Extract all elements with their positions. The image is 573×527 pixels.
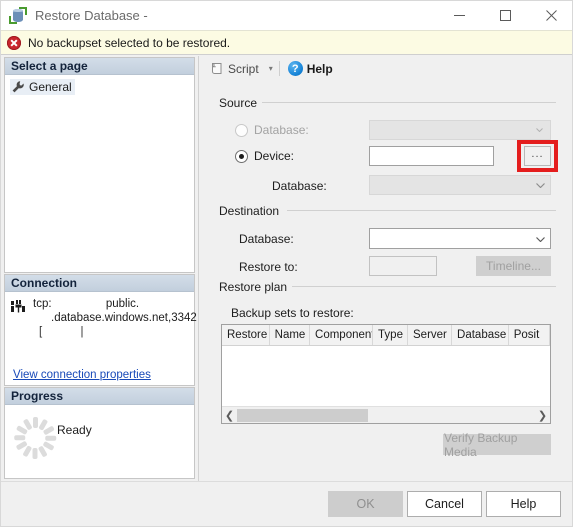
source-group-title: Source: [219, 96, 263, 110]
source-group-line: [261, 102, 556, 103]
grid-column-header[interactable]: Database: [452, 325, 509, 345]
content-toolbar: Script ▾ ? Help: [199, 56, 572, 81]
source-database-label: Database:: [272, 179, 327, 193]
spinner-segment: [45, 435, 57, 441]
minimize-icon[interactable]: [436, 1, 482, 30]
view-connection-properties-link[interactable]: View connection properties: [13, 369, 151, 381]
backup-sets-grid[interactable]: Restore Name Component Type Server Database Po…: [221, 324, 551, 424]
help-icon: ?: [287, 61, 303, 76]
script-icon: [209, 61, 224, 76]
chevron-right-icon[interactable]: ❯: [535, 408, 550, 423]
grid-column-header[interactable]: Component: [310, 325, 374, 345]
grid-column-header[interactable]: Name: [270, 325, 311, 345]
chevron-down-icon: [536, 128, 543, 132]
grid-column-header[interactable]: Type: [373, 325, 409, 345]
connection-line-1: tcp: public.: [33, 298, 140, 310]
source-database-radio-label: Database:: [254, 123, 309, 137]
connection-line-2: .database.windows.net,3342: [51, 312, 197, 324]
source-database-radio[interactable]: [235, 124, 248, 137]
source-device-input[interactable]: [369, 146, 494, 166]
spinner-segment: [42, 425, 55, 435]
cancel-button[interactable]: Cancel: [407, 491, 482, 517]
script-button-label: Script: [228, 61, 259, 76]
toolbar-separator: [278, 61, 280, 76]
grid-column-header[interactable]: Posit: [509, 325, 550, 345]
window-title: Restore Database -: [35, 8, 148, 23]
progress-status: Ready: [57, 423, 92, 437]
destination-database-combo[interactable]: [369, 228, 551, 249]
help-button[interactable]: ? Help: [284, 58, 337, 79]
select-a-page-panel: Select a page General: [4, 57, 195, 273]
sidebar-item-general[interactable]: General: [10, 79, 75, 95]
title-bar: Restore Database -: [1, 1, 572, 30]
spinner-icon: [14, 417, 57, 459]
help-button-footer[interactable]: Help: [486, 491, 561, 517]
sidebar-item-general-label: General: [29, 80, 72, 94]
script-button[interactable]: Script: [205, 58, 263, 79]
server-connection-icon: [10, 300, 26, 314]
chevron-down-icon: [536, 236, 545, 242]
source-device-browse-button[interactable]: ...: [524, 146, 551, 166]
grid-horizontal-scrollbar[interactable]: ❮ ❯: [222, 406, 550, 423]
progress-panel: Progress Ready: [4, 387, 195, 479]
sidebar: Select a page General Connection tcp: pu…: [1, 56, 198, 482]
error-icon: [7, 35, 21, 50]
scrollbar-thumb[interactable]: [237, 408, 369, 422]
timeline-button[interactable]: Timeline...: [476, 256, 551, 276]
grid-column-header[interactable]: Restore: [222, 325, 270, 345]
dialog-footer: OK Cancel Help: [1, 481, 572, 526]
connection-panel: Connection tcp: public. .database.window…: [4, 274, 197, 386]
source-device-radio[interactable]: [235, 150, 248, 163]
help-button-label: Help: [306, 61, 333, 76]
grid-body: [222, 346, 550, 400]
window-controls: [436, 1, 572, 30]
source-database-combo[interactable]: [369, 120, 551, 140]
spinner-segment: [14, 435, 26, 441]
chevron-left-icon[interactable]: ❮: [222, 408, 237, 423]
select-a-page-header: Select a page: [5, 58, 194, 75]
close-icon[interactable]: [528, 1, 572, 30]
scrollbar-track[interactable]: [237, 407, 535, 423]
grid-header-row: Restore Name Component Type Server Database Po…: [222, 325, 550, 346]
destination-group-line: [287, 210, 556, 211]
database-restore-icon: [9, 6, 27, 25]
wrench-icon: [11, 80, 25, 94]
destination-group-title: Destination: [219, 204, 285, 218]
maximize-icon[interactable]: [482, 1, 528, 30]
spinner-segment: [22, 445, 33, 458]
destination-database-label: Database:: [239, 232, 294, 246]
main-content: Script ▾ ? Help Source Database: Device:…: [199, 56, 572, 482]
error-banner-message: No backupset selected to be restored.: [28, 35, 231, 50]
restore-plan-group-title: Restore plan: [219, 280, 293, 294]
spinner-segment: [33, 417, 38, 428]
restore-database-dialog: Restore Database - No backupset selected…: [0, 0, 573, 527]
source-database-select[interactable]: [369, 175, 551, 195]
progress-header: Progress: [5, 388, 194, 405]
destination-restore-to-label: Restore to:: [239, 260, 298, 274]
connection-header: Connection: [5, 275, 194, 292]
error-banner: No backupset selected to be restored.: [1, 30, 572, 55]
destination-restore-to-input[interactable]: [369, 256, 437, 276]
chevron-down-icon: [536, 183, 545, 188]
connection-line-3: [ |: [39, 326, 84, 338]
verify-backup-media-button[interactable]: Verify Backup Media: [443, 431, 551, 459]
grid-column-header[interactable]: Server: [408, 325, 453, 345]
chevron-down-icon[interactable]: ▾: [269, 64, 273, 73]
spinner-segment: [33, 448, 38, 459]
ok-button[interactable]: OK: [328, 491, 403, 517]
backup-sets-subtitle: Backup sets to restore:: [231, 306, 354, 320]
restore-plan-group-line: [287, 286, 556, 287]
source-device-radio-label: Device:: [254, 149, 295, 163]
